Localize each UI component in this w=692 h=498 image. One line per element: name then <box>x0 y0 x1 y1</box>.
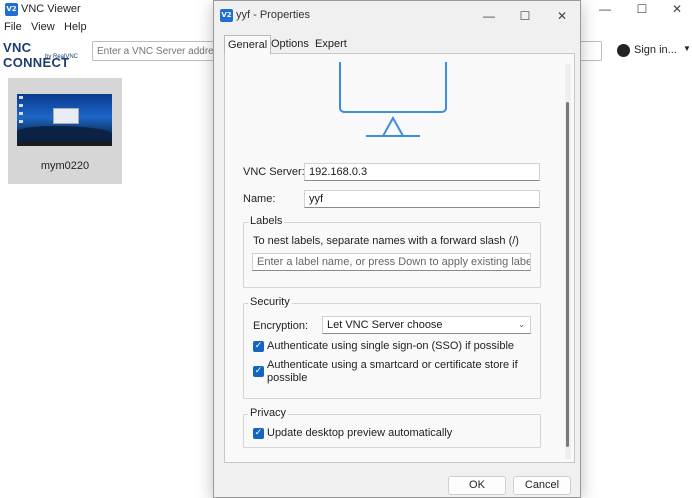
labels-group-title: Labels <box>248 215 285 227</box>
encryption-select[interactable]: Let VNC Server choose ⌄ <box>322 316 531 334</box>
preview-window <box>53 108 79 124</box>
preview-taskbar <box>17 142 112 146</box>
chevron-down-icon: ▼ <box>683 44 691 53</box>
ok-button[interactable]: OK <box>448 476 506 495</box>
name-input[interactable]: yyf <box>304 190 540 208</box>
sso-label: Authenticate using single sign-on (SSO) … <box>267 340 515 352</box>
security-group-title: Security <box>248 296 292 308</box>
vnc-connect-logo: vnc connect by RealVNC <box>3 40 89 70</box>
dialog-title-bar: V2 yyf - Properties — ☐ ✕ <box>214 1 580 31</box>
privacy-group-title: Privacy <box>248 407 289 419</box>
connection-name: mym0220 <box>40 160 90 172</box>
dialog-close-button[interactable]: ✕ <box>543 7 581 27</box>
dialog-maximize-button[interactable]: ☐ <box>506 7 544 27</box>
smartcard-label-line2: possible <box>267 372 308 384</box>
encryption-label: Encryption: <box>253 320 309 332</box>
smartcard-label-line1: Authenticate using a smartcard or certif… <box>267 359 518 371</box>
labels-group: Labels To nest labels, separate names wi… <box>243 215 541 288</box>
chevron-down-icon: ⌄ <box>518 320 525 329</box>
smartcard-checkbox-row[interactable]: ✓ Authenticate using a smartcard or cert… <box>253 359 533 387</box>
panel-scrollbar[interactable] <box>565 64 571 459</box>
preview-label: Update desktop preview automatically <box>267 427 453 439</box>
dialog-title: yyf - Properties <box>236 9 310 21</box>
privacy-group: Privacy ✓ Update desktop preview automat… <box>243 407 541 448</box>
label-input[interactable]: Enter a label name, or press Down to app… <box>252 253 531 271</box>
tab-options[interactable]: Options <box>268 35 312 54</box>
monitor-icon <box>339 62 447 137</box>
security-group: Security Encryption: Let VNC Server choo… <box>243 296 541 399</box>
main-minimize-button[interactable]: — <box>586 0 624 20</box>
logo-byline: by RealVNC <box>45 54 79 60</box>
sign-in-label: Sign in... <box>634 44 677 56</box>
encryption-value: Let VNC Server choose <box>327 319 443 331</box>
sso-checkbox[interactable]: ✓ <box>253 341 264 352</box>
preview-landscape <box>17 126 112 140</box>
labels-hint: To nest labels, separate names with a fo… <box>253 235 519 247</box>
menu-file[interactable]: File <box>4 21 22 33</box>
connection-card-mym0220[interactable]: mym0220 <box>8 78 122 184</box>
preview-checkbox-row[interactable]: ✓ Update desktop preview automatically <box>253 427 533 441</box>
tab-expert[interactable]: Expert <box>312 35 350 54</box>
sso-checkbox-row[interactable]: ✓ Authenticate using single sign-on (SSO… <box>253 340 533 354</box>
user-avatar-icon <box>617 44 630 57</box>
menu-help[interactable]: Help <box>64 21 87 33</box>
general-tab-panel: VNC Server: 192.168.0.3 Name: yyf Labels… <box>224 53 575 463</box>
main-close-button[interactable]: ✕ <box>658 0 692 20</box>
vnc-server-label: VNC Server: <box>243 166 305 178</box>
vnc-viewer-app-icon: V2 <box>5 3 18 16</box>
vnc-viewer-app-icon: V2 <box>220 9 233 22</box>
desktop-preview-thumbnail <box>17 94 112 146</box>
main-window-title: VNC Viewer <box>21 3 81 15</box>
main-maximize-button[interactable]: ☐ <box>623 0 661 20</box>
properties-dialog: V2 yyf - Properties — ☐ ✕ General Option… <box>213 0 581 498</box>
menu-view[interactable]: View <box>31 21 55 33</box>
tab-general[interactable]: General <box>224 35 272 54</box>
name-label: Name: <box>243 193 276 205</box>
dialog-minimize-button[interactable]: — <box>470 7 508 27</box>
scrollbar-thumb[interactable] <box>566 102 569 447</box>
desktop-icons <box>19 96 23 126</box>
cancel-button[interactable]: Cancel <box>513 476 571 495</box>
smartcard-checkbox[interactable]: ✓ <box>253 366 264 377</box>
vnc-server-input[interactable]: 192.168.0.3 <box>304 163 540 181</box>
preview-checkbox[interactable]: ✓ <box>253 428 264 439</box>
